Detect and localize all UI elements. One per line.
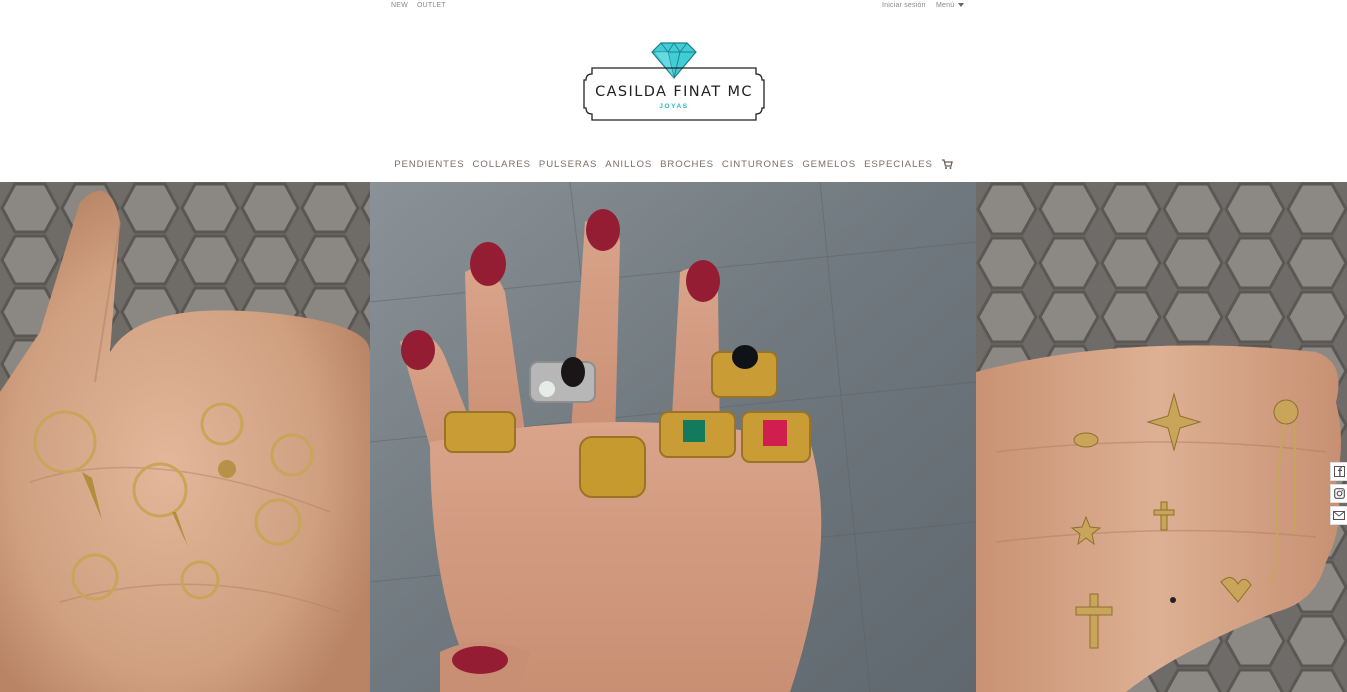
menu-label: Menú: [936, 2, 955, 9]
instagram-icon[interactable]: [1330, 484, 1347, 503]
cart-icon[interactable]: [941, 158, 953, 170]
logo-name: CASILDA FINAT MC: [595, 84, 753, 100]
mail-icon[interactable]: [1330, 506, 1347, 525]
hand-earrings-photo[interactable]: [0, 182, 370, 692]
nav-item-especiales[interactable]: ESPECIALES: [864, 159, 933, 173]
nav-item-gemelos[interactable]: GEMELOS: [802, 159, 856, 173]
nav-item-anillos[interactable]: ANILLOS: [605, 159, 652, 173]
logo-graphic: [583, 42, 765, 121]
menu-dropdown[interactable]: Menú: [936, 2, 965, 9]
diamond-icon: [651, 42, 697, 79]
top-bar: NEW OUTLET Iniciar sesión Menú: [0, 0, 1347, 14]
caret-down-icon: [958, 3, 965, 8]
facebook-icon[interactable]: [1330, 462, 1347, 481]
hero-gallery: [0, 182, 1347, 692]
hand-rings-photo[interactable]: [370, 182, 976, 692]
new-link[interactable]: NEW: [391, 2, 408, 9]
site-logo[interactable]: CASILDA FINAT MC JOYAS: [582, 40, 766, 124]
outlet-link[interactable]: OUTLET: [417, 2, 446, 9]
nav-item-cinturones[interactable]: CINTURONES: [722, 159, 794, 173]
main-nav: PENDIENTES COLLARES PULSERAS ANILLOS BRO…: [0, 159, 1347, 173]
login-link[interactable]: Iniciar sesión: [882, 2, 926, 9]
logo-subtitle: JOYAS: [659, 103, 689, 110]
social-sidebar: [1330, 462, 1347, 525]
hand-studs-photo[interactable]: [976, 182, 1347, 692]
nav-item-pendientes[interactable]: PENDIENTES: [394, 159, 464, 173]
nav-item-collares[interactable]: COLLARES: [473, 159, 531, 173]
nav-item-broches[interactable]: BROCHES: [660, 159, 714, 173]
nav-item-pulseras[interactable]: PULSERAS: [539, 159, 597, 173]
